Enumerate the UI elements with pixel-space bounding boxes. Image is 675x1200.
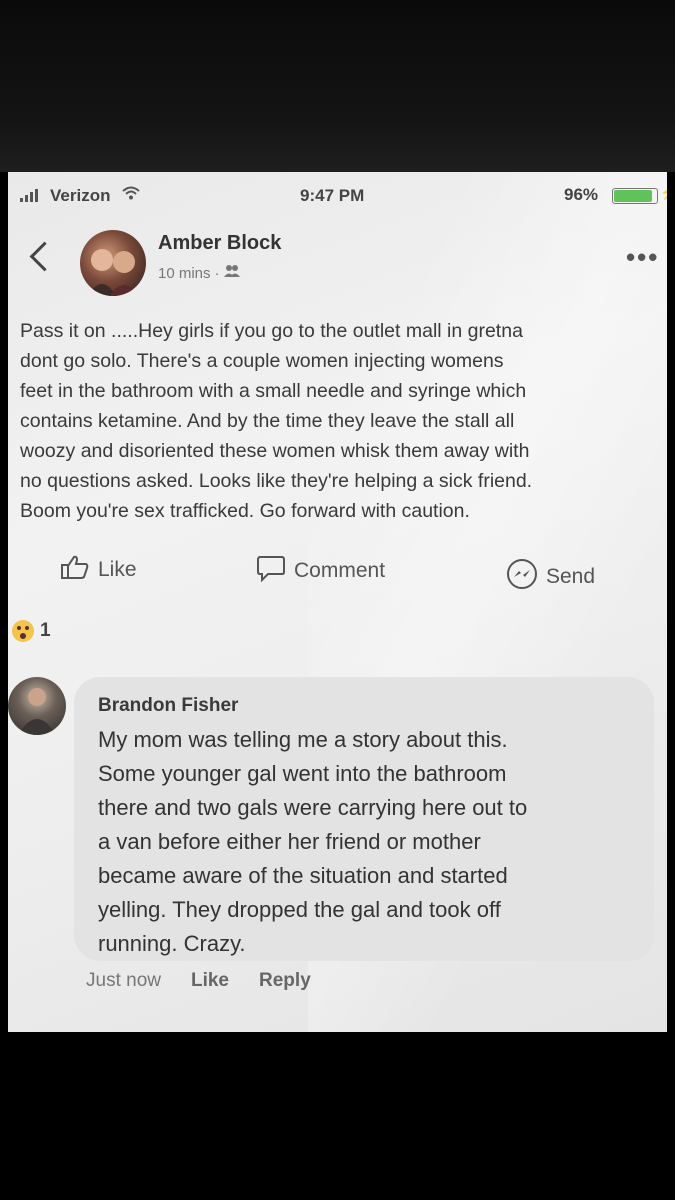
post-timestamp: 10 mins bbox=[158, 264, 211, 282]
comment-bubble: Brandon Fisher My mom was telling me a s… bbox=[74, 677, 654, 961]
commenter-avatar[interactable] bbox=[8, 677, 66, 735]
post-author-name[interactable]: Amber Block bbox=[158, 232, 281, 255]
post-body: Pass it on .....Hey girls if you go to t… bbox=[20, 316, 660, 526]
carrier-name: Verizon bbox=[50, 186, 111, 205]
thumbs-up-icon bbox=[60, 554, 90, 586]
friends-icon bbox=[223, 264, 240, 282]
comment-line: a van before either her friend or mother bbox=[98, 829, 481, 854]
reaction-count: 1 bbox=[40, 620, 51, 641]
reaction-summary[interactable]: 1 bbox=[12, 620, 51, 642]
comment-line: Some younger gal went into the bathroom bbox=[98, 761, 507, 786]
like-button[interactable]: Like bbox=[60, 554, 137, 586]
comment-reply-link[interactable]: Reply bbox=[259, 970, 311, 992]
commenter-name[interactable]: Brandon Fisher bbox=[98, 695, 238, 717]
like-label: Like bbox=[98, 558, 137, 581]
phone-screen: Verizon 9:47 PM 96% ⚡ Amber Block 10 min… bbox=[8, 172, 667, 1032]
meta-separator: · bbox=[214, 264, 220, 282]
battery-fill bbox=[614, 190, 653, 202]
wifi-icon bbox=[122, 186, 140, 203]
battery-icon bbox=[612, 188, 658, 204]
phone-bottom-bezel bbox=[0, 1032, 675, 1200]
comment-timestamp: Just now bbox=[86, 970, 161, 991]
charging-bolt-icon: ⚡ bbox=[660, 184, 667, 201]
comment-label: Comment bbox=[294, 559, 386, 582]
post-line: contains ketamine. And by the time they … bbox=[20, 410, 515, 432]
post-line: feet in the bathroom with a small needle… bbox=[20, 380, 527, 402]
comment-line: My mom was telling me a story about this… bbox=[98, 727, 508, 752]
comment-body: My mom was telling me a story about this… bbox=[98, 723, 638, 961]
send-button[interactable]: Send bbox=[506, 558, 595, 596]
post-line: no questions asked. Looks like they're h… bbox=[20, 470, 533, 492]
messenger-icon bbox=[506, 558, 538, 596]
more-options-icon[interactable]: ••• bbox=[626, 242, 659, 273]
post-meta: 10 mins · bbox=[158, 264, 240, 282]
phone-top-bezel bbox=[0, 0, 675, 172]
comment-bubble-icon bbox=[256, 554, 286, 588]
battery-percentage: 96% bbox=[564, 185, 599, 204]
post-line: Pass it on .....Hey girls if you go to t… bbox=[20, 320, 523, 342]
status-bar: Verizon 9:47 PM 96% ⚡ bbox=[8, 172, 667, 216]
post-line: woozy and disoriented these women whisk … bbox=[20, 440, 530, 462]
send-label: Send bbox=[546, 565, 596, 588]
post-line: Boom you're sex trafficked. Go forward w… bbox=[20, 500, 470, 522]
signal-icon bbox=[20, 189, 38, 202]
post-actions-bar: Like Comment Send bbox=[8, 554, 667, 594]
back-chevron-icon[interactable] bbox=[29, 241, 60, 272]
comment-line: yelling. They dropped the gal and took o… bbox=[98, 897, 501, 922]
status-time: 9:47 PM bbox=[300, 186, 365, 205]
comment-line: running. Crazy. bbox=[98, 931, 246, 956]
post-author-avatar[interactable] bbox=[80, 230, 146, 296]
comment-line: there and two gals were carrying here ou… bbox=[98, 795, 528, 820]
comment-line: became aware of the situation and starte… bbox=[98, 863, 508, 888]
comment-actions: Just now Like Reply bbox=[86, 970, 311, 992]
post-line: dont go solo. There's a couple women inj… bbox=[20, 350, 504, 372]
comment-like-link[interactable]: Like bbox=[191, 970, 229, 992]
wow-reaction-icon bbox=[12, 620, 34, 642]
comment-button[interactable]: Comment bbox=[256, 554, 385, 588]
